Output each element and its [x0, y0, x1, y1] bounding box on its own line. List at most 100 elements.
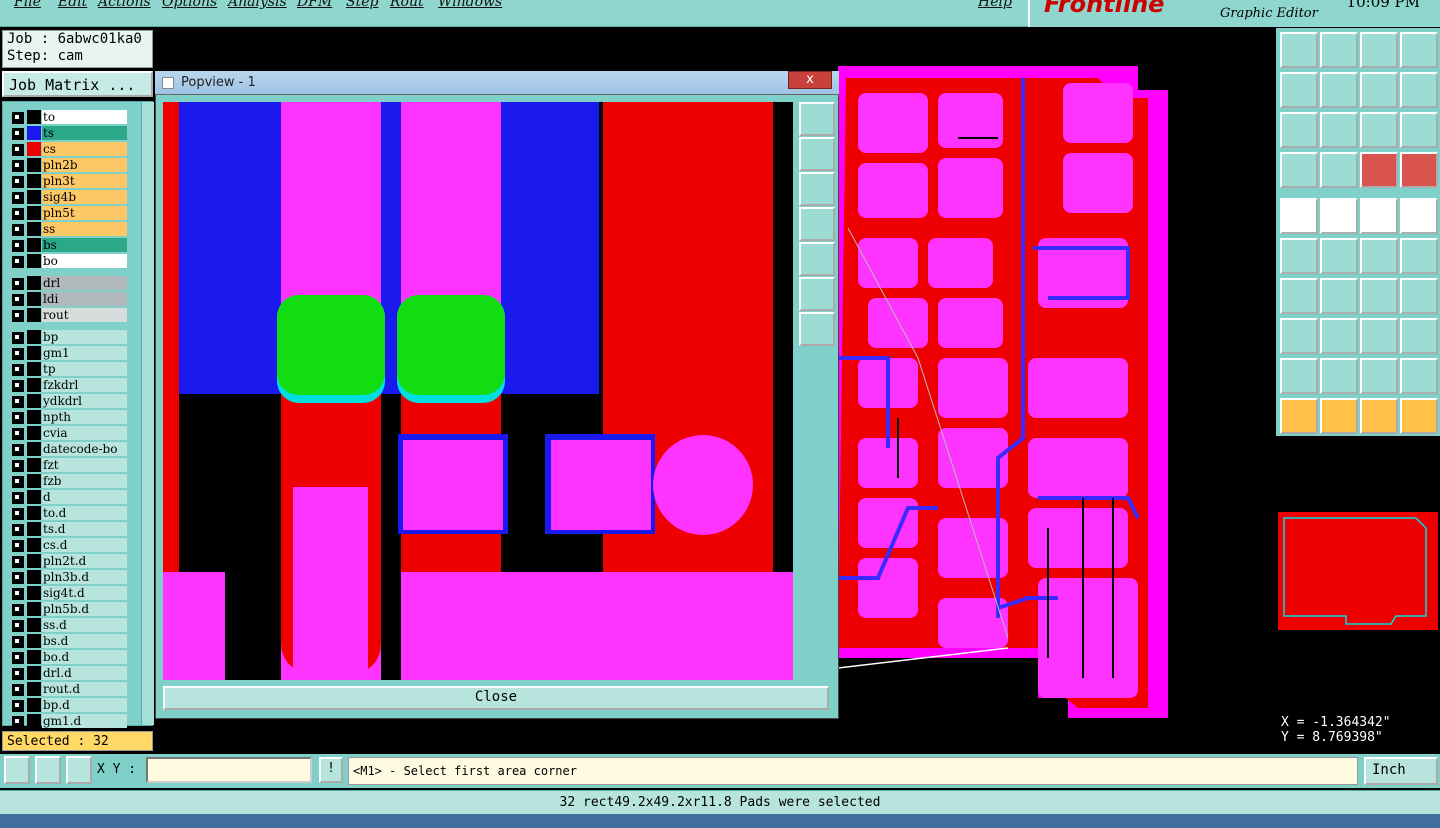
layer-row-sig4t-d[interactable]: sig4t.d [9, 586, 127, 600]
layer-row-pln2b[interactable]: pln2b [9, 158, 127, 172]
layer-checkbox[interactable] [12, 540, 24, 552]
menu-dfm[interactable]: DFM [297, 0, 332, 10]
menu-help[interactable]: Help [978, 0, 1012, 10]
layer-checkbox[interactable] [12, 652, 24, 664]
cut-line-icon[interactable] [1320, 318, 1358, 354]
layer-checkbox[interactable] [12, 176, 24, 188]
layer-checkbox[interactable] [12, 604, 24, 616]
export-icon[interactable] [1320, 72, 1358, 108]
layer-row-cvia[interactable]: cvia [9, 426, 127, 440]
close-window-icon[interactable]: x [788, 71, 832, 89]
angle-icon[interactable] [1280, 278, 1318, 314]
xy-input[interactable] [146, 757, 312, 783]
layer-checkbox[interactable] [12, 278, 24, 290]
layer-checkbox[interactable] [12, 636, 24, 648]
menu-step[interactable]: Step [346, 0, 378, 10]
circle-icon[interactable] [1400, 198, 1438, 234]
menu-options[interactable]: Options [162, 0, 217, 10]
layer-checkbox[interactable] [12, 224, 24, 236]
layer-checkbox[interactable] [12, 192, 24, 204]
layer-row-bo-d[interactable]: bo.d [9, 650, 127, 664]
layer-checkbox[interactable] [12, 256, 24, 268]
popview-zoom-area[interactable] [163, 102, 793, 680]
layer-checkbox[interactable] [12, 112, 24, 124]
layer-row-bp-d[interactable]: bp.d [9, 698, 127, 712]
layer-checkbox[interactable] [12, 364, 24, 376]
pad-move-icon[interactable] [1280, 318, 1318, 354]
layer-checkbox[interactable] [12, 508, 24, 520]
menu-edit[interactable]: Edit [58, 0, 87, 10]
board-canvas[interactable] [838, 58, 1276, 722]
layer-row-ss-d[interactable]: ss.d [9, 618, 127, 632]
net-icon[interactable] [1360, 152, 1398, 188]
layer-row-pln5b-d[interactable]: pln5b.d [9, 602, 127, 616]
layer-checkbox[interactable] [12, 208, 24, 220]
layer-row-tp[interactable]: tp [9, 362, 127, 376]
route-icon[interactable] [1400, 72, 1438, 108]
layer-row-fzkdrl[interactable]: fzkdrl [9, 378, 127, 392]
ruler-icon[interactable] [1360, 198, 1398, 234]
layer-checkbox[interactable] [12, 572, 24, 584]
measure-tool-icon[interactable] [1320, 152, 1358, 188]
layer-row-bs-d[interactable]: bs.d [9, 634, 127, 648]
layer-checkbox[interactable] [12, 700, 24, 712]
layer-row-ts-d[interactable]: ts.d [9, 522, 127, 536]
arrow-up-icon[interactable] [1320, 358, 1358, 394]
zoom-in-icon[interactable] [799, 277, 835, 311]
layer-up-icon[interactable] [1280, 32, 1318, 68]
tree-icon[interactable] [1400, 398, 1438, 434]
window-icon[interactable] [1400, 32, 1438, 68]
layer-row-ldi[interactable]: ldi [9, 292, 127, 306]
overview-map[interactable] [1276, 436, 1440, 713]
connect-icon[interactable] [1280, 238, 1318, 274]
layer-row-ydkdrl[interactable]: ydkdrl [9, 394, 127, 408]
layer-checkbox[interactable] [12, 396, 24, 408]
layer-checkbox[interactable] [12, 492, 24, 504]
layer-checkbox[interactable] [12, 428, 24, 440]
menu-file[interactable]: File [14, 0, 41, 10]
layer-checkbox[interactable] [12, 716, 24, 728]
layer-row-rout[interactable]: rout [9, 308, 127, 322]
menu-rout[interactable]: Rout [390, 0, 424, 10]
layer-row-fzt[interactable]: fzt [9, 458, 127, 472]
select-icon[interactable] [1320, 398, 1358, 434]
close-button[interactable]: Close [163, 686, 829, 710]
layer-row-ss[interactable]: ss [9, 222, 127, 236]
fit-icon[interactable] [1280, 112, 1318, 148]
layer-row-pln3b-d[interactable]: pln3b.d [9, 570, 127, 584]
move-icon[interactable] [1320, 112, 1358, 148]
import-icon[interactable] [1280, 72, 1318, 108]
layer-checkbox[interactable] [12, 476, 24, 488]
menu-windows[interactable]: Windows [438, 0, 502, 10]
add-node-icon[interactable] [1400, 238, 1438, 274]
layer-row-ts[interactable]: ts [9, 126, 127, 140]
up-measure-icon[interactable] [1360, 358, 1398, 394]
add-pad-icon[interactable] [1360, 238, 1398, 274]
layer-row-gm1-d[interactable]: gm1.d [9, 714, 127, 728]
pan-up-icon[interactable] [799, 137, 835, 171]
pan-down-icon[interactable] [799, 172, 835, 206]
layer-checkbox[interactable] [12, 412, 24, 424]
job-matrix-button[interactable]: Job Matrix ... [2, 71, 153, 97]
layer-row-pln3t[interactable]: pln3t [9, 174, 127, 188]
pointer-icon[interactable] [1280, 398, 1318, 434]
layer-checkbox[interactable] [12, 556, 24, 568]
copy-icon[interactable] [1320, 32, 1358, 68]
layer-row-pln5t[interactable]: pln5t [9, 206, 127, 220]
select-pad-icon[interactable] [1280, 198, 1318, 234]
layer-row-drl[interactable]: drl [9, 276, 127, 290]
edit-select-icon[interactable] [1360, 398, 1398, 434]
layer-row-gm1[interactable]: gm1 [9, 346, 127, 360]
snap-icon[interactable] [4, 756, 30, 784]
triangle-icon[interactable] [1280, 358, 1318, 394]
draw-line-icon[interactable] [1320, 198, 1358, 234]
layer-checkbox[interactable] [12, 524, 24, 536]
scale-icon[interactable] [1360, 112, 1398, 148]
resize-icon[interactable] [1360, 318, 1398, 354]
measure-icon[interactable] [35, 756, 61, 784]
info-button[interactable]: ! [319, 757, 343, 783]
duplicate-icon[interactable] [1400, 318, 1438, 354]
layer-checkbox[interactable] [12, 160, 24, 172]
popview-titlebar[interactable]: Popview - 1 [155, 71, 839, 95]
layer-row-bo[interactable]: bo [9, 254, 127, 268]
